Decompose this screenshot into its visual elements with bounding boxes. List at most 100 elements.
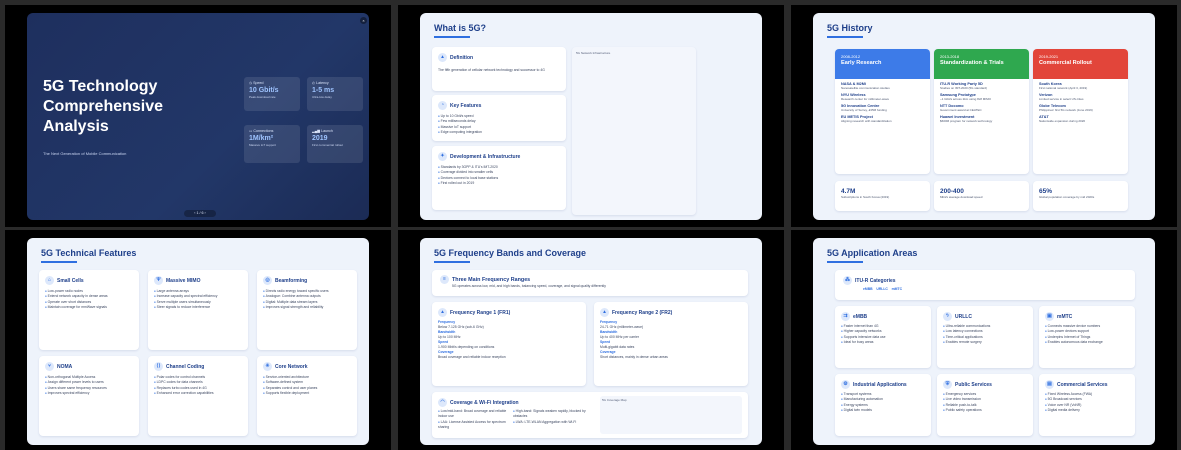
card-title: Development & Infrastructure [450,153,521,160]
spec-key: Bandwidth [600,330,618,334]
definition-text: The fifth generation of cellular network… [438,68,545,72]
stat-value: 1-5 ms [312,87,335,94]
frequency-banner: ≡ Three Main Frequency Ranges 5G operates… [432,270,748,296]
network-icon: ✳ [263,362,272,371]
card-item: Enables autonomous data exchange [1045,340,1129,345]
gauge-icon: ◔ [438,101,447,110]
card-title: Massive MIMO [166,277,201,284]
thumbnail-slide-1[interactable]: × 5G Technology Comprehensive Analysis T… [5,5,391,227]
itu-tag: URLLC [876,287,888,291]
card-title: Public Services [955,381,992,388]
development-card: ✦Development & Infrastructure Standards … [432,146,566,210]
card-item: Public safety operations [943,408,1027,413]
card-title: Beamforming [275,277,308,284]
app-card-commercial: ▤Commercial Services Fixed Wireless Acce… [1039,374,1135,436]
slide-pager[interactable]: ‹ 1 / 6 › [184,210,216,217]
banner-title: Three Main Frequency Ranges [452,276,531,283]
stat-desc: Subscriptions in South Korea (2019) [841,195,890,199]
banner-text: 5G operates across low, mid, and high ba… [452,284,606,288]
slide-1-title: × 5G Technology Comprehensive Analysis T… [27,13,369,220]
hero-subtitle: The Next Generation of Mobile Communicat… [43,151,127,156]
slide-title: 5G History [827,23,873,33]
fr2-card: ▴ Frequency Range 2 (FR2) Frequency 24-71 … [594,302,748,386]
coverage-item: LWA: LTE-WLAN Aggregation with Wi-Fi [513,420,588,431]
app-card-mmtc: ▣mMTC Connects massive device numbersLow… [1039,306,1135,368]
wifi-icon: ◠ [438,398,447,407]
slide-title: 5G Frequency Bands and Coverage [434,248,587,258]
app-card-public: ⛨Public Services Emergency servicesLive … [937,374,1033,436]
card-item: Enhanced error correction capabilities [154,391,242,396]
card-item: Improves signal strength and reliability [263,305,351,310]
title-underline [434,36,470,38]
card-item: Ideal for busy areas [841,340,925,345]
tower-icon: ⌂ [45,276,54,285]
coverage-item: LAA: License Assisted Access for spectru… [438,420,513,431]
column-header: 2013-2018 Standardization & Trials [934,49,1029,79]
card-title: mMTC [1057,313,1073,320]
stat-label: Latency [316,81,329,85]
stat-value: 4.7M [841,188,856,195]
app-card-embb: ⇉eMBB Faster internet than 4GHigher capa… [835,306,931,368]
spec-key: Bandwidth [438,330,456,334]
history-item: ITU-R Working Party 5D Studies on IMT-202… [934,79,1029,90]
spec-value: Multi-gigabit data rates [600,345,635,349]
features-card: ◔Key Features Up to 10 Gbit/s speed Few … [432,95,566,141]
itu-tag: eMBB [863,287,873,291]
feature-card-beamforming: ◎Beamforming Directs radio energy toward… [257,270,357,350]
spec-key: Frequency [600,320,618,324]
stat-value: 65% [1039,188,1053,195]
card-title: Industrial Applications [853,381,907,388]
card-title: Channel Coding [166,363,205,370]
feature-card-noma: ⑂NOMA Non-orthogonal Multiple AccessAssi… [39,356,139,436]
card-title: URLLC [955,313,972,320]
thumbnail-slide-6[interactable]: 5G Application Areas ⁂ ITU-R Categories e… [791,230,1177,450]
history-item: NTT Docomo Government award at CEATEC [934,101,1029,112]
close-icon[interactable]: × [360,17,367,24]
spec-value: Below 7.125 GHz (sub-6 GHz) [438,325,484,329]
history-item: NYU Wireless Research center for millimet… [835,90,930,101]
stat-connections: ▭ Connections 1M/km² Massive IoT support [244,125,300,163]
hero-title-line2: Comprehensive [43,98,164,115]
thumbnail-slide-4[interactable]: 5G Technical Features ⌂Small Cells Low-p… [5,230,391,450]
pager-label: 1 / 6 [196,211,204,215]
stat-desc: First commercial rollout [312,143,344,147]
target-icon: ◎ [263,276,272,285]
spec-value: Short distances, mainly in dense urban a… [600,355,668,359]
thumbnail-slide-2[interactable]: What is 5G? ▴ Definition The fifth genera… [398,5,784,227]
spec-value: Up to 100 MHz [438,335,461,339]
coverage-item: Low/mid-band: Broad coverage and reliabl… [438,409,513,420]
card-title: Frequency Range 1 (FR1) [450,309,511,316]
hero-title: 5G Technology Comprehensive Analysis [43,77,163,137]
stat-desc: Global population coverage by mid 2020s [1039,195,1095,199]
signal-icon: ▴ [438,308,447,317]
title-underline [827,36,863,38]
column-years: 2019-2021 [1039,54,1059,59]
slide-3-history: 5G History 2008-2012 Early Research NASA… [813,13,1155,220]
history-item: NASA & M2Mi Nanosatellite communication s… [835,79,930,90]
slide-title: 5G Application Areas [827,248,918,258]
stat-desc: Ultra-low delay [312,95,332,99]
split-icon: ⑂ [45,362,54,371]
history-column-rollout: 2019-2021 Commercial Rollout South Korea… [1033,49,1128,174]
column-years: 2008-2012 [841,54,861,59]
chevron-right-icon[interactable]: › [204,211,205,215]
thumbnail-slide-3[interactable]: 5G History 2008-2012 Early Research NASA… [791,5,1177,227]
slide-6-applications: 5G Application Areas ⁂ ITU-R Categories e… [813,238,1155,445]
stat-value: 200-400 [940,188,964,195]
slide-2-what-is-5g: What is 5G? ▴ Definition The fifth genera… [420,13,762,220]
hero-title-line1: 5G Technology [43,78,158,95]
thumbnail-slide-5[interactable]: 5G Frequency Bands and Coverage ≡ Three M… [398,230,784,450]
column-header: 2019-2021 Commercial Rollout [1033,49,1128,79]
slide-title: 5G Technical Features [41,248,137,258]
card-item: Digital twin models [841,408,925,413]
column-header: 2008-2012 Early Research [835,49,930,79]
spec-value: Broad coverage and reliable indoor recep… [438,355,506,359]
coverage-item: High-band: Signals weaken rapidly, block… [513,409,588,420]
column-name: Early Research [841,60,882,66]
slide-4-technical-features: 5G Technical Features ⌂Small Cells Low-p… [27,238,369,445]
history-item: AT&T Nationwide expansion during 2020 [1033,112,1128,123]
stat-value: 1M/km² [249,135,274,142]
title-underline [434,261,470,263]
app-card-urllc: ϟURLLC Ultra-reliable communicationsLow … [937,306,1033,368]
stat-desc: Mbit/s average download speed [940,195,983,199]
